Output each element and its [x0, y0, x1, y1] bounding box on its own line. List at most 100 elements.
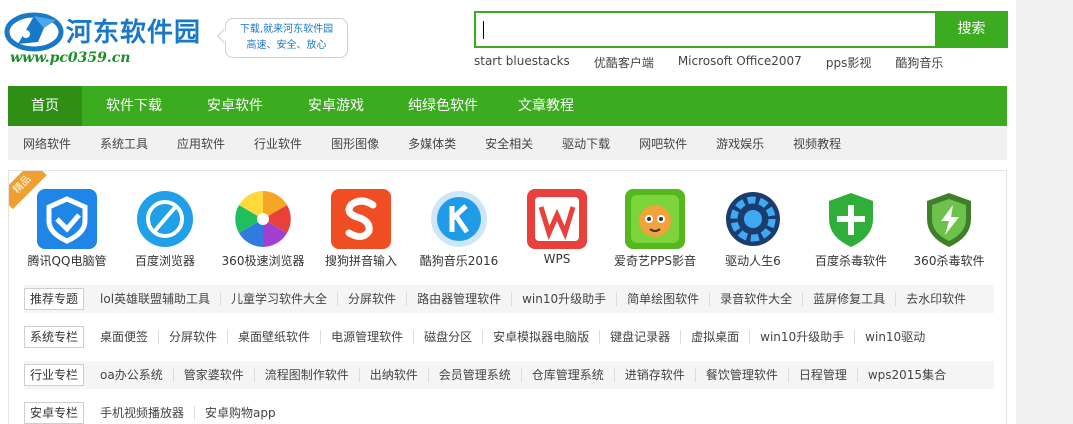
subnav-item[interactable]: 网吧软件 [639, 135, 687, 152]
hot-word-link[interactable]: Microsoft Office2007 [678, 54, 802, 71]
tag-link[interactable]: 磁盘分区 [414, 330, 484, 344]
app-tile[interactable]: WPS [509, 189, 605, 266]
slogan-line-1: 下载,就来河东软件园 [239, 24, 334, 35]
app-tile[interactable]: 腾讯QQ电脑管 [19, 189, 115, 269]
tag-link[interactable]: 简单绘图软件 [617, 292, 711, 306]
tag-link[interactable]: win10驱动 [855, 330, 935, 344]
app-tile[interactable]: 酷狗音乐2016 [411, 189, 507, 269]
tag-link[interactable]: 去水印软件 [896, 292, 976, 306]
tag-link[interactable]: 虚拟桌面 [681, 330, 751, 344]
hot-word-link[interactable]: 酷狗音乐 [895, 54, 943, 71]
tag-link[interactable]: 桌面壁纸软件 [228, 330, 322, 344]
tag-link[interactable]: 管家婆软件 [174, 368, 255, 382]
app-label: 驱动人生6 [725, 254, 781, 268]
app-tile[interactable]: 爱奇艺PPS影音 [607, 189, 703, 269]
iqiyi-pps-icon [625, 189, 685, 249]
baidu-antivirus-icon [821, 189, 881, 249]
tag-link[interactable]: 电源管理软件 [321, 330, 415, 344]
app-label: 360极速浏览器 [221, 254, 305, 268]
app-tile[interactable]: 百度杀毒软件 [803, 189, 899, 269]
subnav-item[interactable]: 多媒体类 [408, 135, 456, 152]
subnav-item[interactable]: 行业软件 [254, 135, 302, 152]
hot-word-link[interactable]: pps影视 [826, 54, 872, 71]
nav-green-software[interactable]: 纯绿色软件 [388, 86, 498, 126]
kugou-music-icon [429, 189, 489, 249]
nav-android-software[interactable]: 安卓软件 [186, 86, 284, 126]
tag-link[interactable]: 进销存软件 [615, 368, 696, 382]
subnav-item[interactable]: 安全相关 [485, 135, 533, 152]
tag-link[interactable]: 餐饮管理软件 [696, 368, 789, 382]
subnav-item[interactable]: 游戏娱乐 [716, 135, 764, 152]
subnav-item[interactable]: 系统工具 [100, 135, 148, 152]
tag-link[interactable]: 安卓模拟器电脑版 [483, 330, 601, 344]
tag-row-label[interactable]: 系统专栏 [24, 326, 85, 348]
app-tile[interactable]: 驱动人生6 [705, 189, 801, 269]
nav-android-games[interactable]: 安卓游戏 [284, 86, 388, 126]
app-label: WPS [543, 252, 571, 266]
tag-row-label[interactable]: 行业专栏 [24, 364, 85, 386]
nav-software-download[interactable]: 软件下载 [82, 86, 186, 126]
app-label: 爱奇艺PPS影音 [613, 254, 697, 268]
search-button[interactable]: 搜索 [935, 11, 1008, 48]
subnav-item[interactable]: 驱动下载 [562, 135, 610, 152]
tag-row-industry: 行业专栏 oa办公系统 管家婆软件 流程图制作软件 出纳软件 会员管理系统 仓库… [24, 361, 994, 389]
tag-link[interactable]: 路由器管理软件 [407, 292, 513, 306]
tag-link[interactable]: 出纳软件 [360, 368, 429, 382]
360-speed-browser-icon [233, 189, 293, 249]
tag-link[interactable]: 日程管理 [789, 368, 858, 382]
driver-life-icon [723, 189, 783, 249]
tag-link[interactable]: wps2015集合 [858, 368, 956, 382]
nav-home[interactable]: 首页 [8, 86, 82, 126]
search-box: 搜索 [474, 11, 1008, 48]
app-tile[interactable]: 百度浏览器 [117, 189, 213, 269]
slogan-line-2: 高速、安全、放心 [246, 40, 327, 51]
tag-link[interactable]: oa办公系统 [90, 368, 174, 382]
page-scroll-gutter [1016, 0, 1073, 424]
app-label: 搜狗拼音输入 [324, 254, 397, 268]
site-logo[interactable]: 河东软件园 www.pc0359.cn [4, 8, 214, 68]
app-label: 酷狗音乐2016 [419, 254, 499, 268]
app-label: 百度杀毒软件 [814, 254, 887, 268]
tag-row-label[interactable]: 安卓专栏 [24, 402, 85, 424]
subnav-item[interactable]: 应用软件 [177, 135, 225, 152]
featured-apps-row: 腾讯QQ电脑管 百度浏览器 360极速浏览器 搜狗拼音输入 酷狗音乐2016 W… [9, 189, 1006, 269]
tag-row-recommended: 推荐专题 lol英雄联盟辅助工具 儿童学习软件大全 分屏软件 路由器管理软件 w… [24, 285, 994, 313]
tag-link[interactable]: 蓝屏修复工具 [803, 292, 897, 306]
tag-link[interactable]: 儿童学习软件大全 [221, 292, 339, 306]
subnav-item[interactable]: 图形图像 [331, 135, 379, 152]
app-tile[interactable]: 360极速浏览器 [215, 189, 311, 269]
tag-row-system: 系统专栏 桌面便签 分屏软件 桌面壁纸软件 电源管理软件 磁盘分区 安卓模拟器电… [24, 323, 994, 351]
tag-row-label[interactable]: 推荐专题 [24, 288, 85, 310]
tag-link[interactable]: 安卓购物app [195, 406, 286, 420]
app-tile[interactable]: 搜狗拼音输入 [313, 189, 409, 269]
tag-link[interactable]: 分屏软件 [338, 292, 408, 306]
tag-link[interactable]: 分屏软件 [159, 330, 229, 344]
tag-link[interactable]: 仓库管理系统 [522, 368, 615, 382]
logo-url: www.pc0359.cn [10, 50, 131, 66]
tag-link[interactable]: lol英雄联盟辅助工具 [90, 292, 222, 306]
logo-mark-icon [4, 12, 64, 52]
nav-articles[interactable]: 文章教程 [498, 86, 594, 126]
category-subnav: 网络软件 系统工具 应用软件 行业软件 图形图像 多媒体类 安全相关 驱动下载 … [8, 126, 1007, 160]
tag-link[interactable]: win10升级助手 [750, 330, 856, 344]
tag-row-android: 安卓专栏 手机视频播放器 安卓购物app [24, 399, 994, 424]
main-nav: 首页 软件下载 安卓软件 安卓游戏 纯绿色软件 文章教程 [8, 86, 1007, 126]
subnav-item[interactable]: 网络软件 [23, 135, 71, 152]
featured-apps-panel: 精品 腾讯QQ电脑管 百度浏览器 360极速浏览器 搜狗拼音输入 酷狗音乐201… [8, 170, 1007, 424]
360-antivirus-icon [919, 189, 979, 249]
subnav-item[interactable]: 视频教程 [793, 135, 841, 152]
tag-link[interactable]: 会员管理系统 [429, 368, 522, 382]
hot-word-link[interactable]: start bluestacks [474, 54, 570, 71]
tag-link[interactable]: win10升级助手 [512, 292, 618, 306]
tag-link[interactable]: 桌面便签 [90, 330, 160, 344]
tag-link[interactable]: 手机视频播放器 [90, 406, 196, 420]
app-tile[interactable]: 360杀毒软件 [901, 189, 997, 269]
search-input[interactable] [476, 13, 936, 46]
tag-link[interactable]: 流程图制作软件 [255, 368, 360, 382]
app-label: 百度浏览器 [134, 254, 195, 268]
hot-word-link[interactable]: 优酷客户端 [594, 54, 654, 71]
app-label: 360杀毒软件 [913, 254, 985, 268]
tag-link[interactable]: 键盘记录器 [600, 330, 682, 344]
slogan-bubble: 下载,就来河东软件园 高速、安全、放心 [216, 18, 348, 58]
tag-link[interactable]: 录音软件大全 [710, 292, 804, 306]
